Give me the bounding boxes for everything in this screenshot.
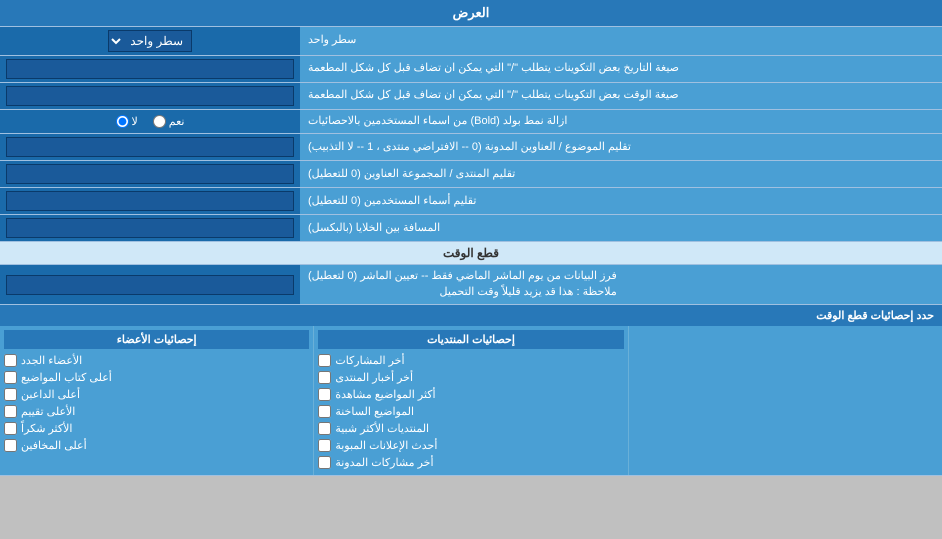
checkbox-most-viewed[interactable] [318,388,331,401]
stats-forums-item-1: أخر المشاركات [318,352,623,369]
date-format-input[interactable]: d-m [6,59,294,79]
row-topic-trim: تقليم الموضوع / العناوين المدونة (0 -- ا… [0,134,942,161]
row-bold-remove: ازالة نمط بولد (Bold) من اسماء المستخدمي… [0,110,942,134]
checkbox-new-members[interactable] [4,354,17,367]
page-title: العرض [0,0,942,27]
stats-members-item-5: الأكثر شكراً [4,420,309,437]
row-data-sort: فرز البيانات من يوم الماشر الماضي فقط --… [0,265,942,305]
username-trim-label: تقليم أسماء المستخدمين (0 للتعطيل) [300,188,942,214]
bold-remove-label: ازالة نمط بولد (Bold) من اسماء المستخدمي… [300,110,942,133]
cell-spacing-label: المسافة بين الخلايا (بالبكسل) [300,215,942,241]
checkbox-top-feared[interactable] [4,439,17,452]
row-time-format: صيغة الوقت بعض التكوينات يتطلب "/" التي … [0,83,942,110]
checkbox-popular-forums[interactable] [318,422,331,435]
row-date-format: صيغة التاريخ بعض التكوينات يتطلب "/" الت… [0,56,942,83]
radio-yes-label[interactable]: نعم [153,115,185,128]
stats-members-item-3: أعلى الداعبن [4,386,309,403]
row-cell-spacing: المسافة بين الخلايا (بالبكسل) 2 [0,215,942,242]
username-trim-input[interactable]: 0 [6,191,294,211]
stats-forums-item-4: المواضيع الساخنة [318,403,623,420]
checkbox-latest-ads[interactable] [318,439,331,452]
forum-trim-input[interactable]: 33 [6,164,294,184]
checkbox-last-blog[interactable] [318,456,331,469]
time-cut-header: قطع الوقت [0,242,942,265]
data-sort-input[interactable]: 0 [6,275,294,295]
cell-spacing-input-cell: 2 [0,215,300,241]
time-format-label: صيغة الوقت بعض التكوينات يتطلب "/" التي … [300,83,942,109]
stats-forums-item-6: أحدث الإعلانات المبوبة [318,437,623,454]
row-username-trim: تقليم أسماء المستخدمين (0 للتعطيل) 0 [0,188,942,215]
data-sort-input-cell: 0 [0,265,300,304]
stats-col-empty [628,326,942,475]
single-line-input-cell: سطر واحد سطرين ثلاثة أسطر [0,27,300,55]
forum-trim-input-cell: 33 [0,161,300,187]
checkbox-top-donors[interactable] [4,388,17,401]
stats-forums-header: إحصائيات المنتديات [318,330,623,349]
date-format-input-cell: d-m [0,56,300,82]
checkbox-most-thanked[interactable] [4,422,17,435]
username-trim-input-cell: 0 [0,188,300,214]
radio-no-label[interactable]: لا [116,115,138,128]
stats-members-item-2: أعلى كتاب المواضيع [4,369,309,386]
data-sort-label: فرز البيانات من يوم الماشر الماضي فقط --… [300,265,942,304]
stats-forums-item-7: أخر مشاركات المدونة [318,454,623,471]
stats-forums-item-2: أخر أخبار المنتدى [318,369,623,386]
stats-members-header: إحصائيات الأعضاء [4,330,309,349]
topic-trim-input-cell: 33 [0,134,300,160]
radio-no[interactable] [116,115,129,128]
checkbox-top-rated[interactable] [4,405,17,418]
row-forum-trim: تقليم المنتدى / المجموعة العناوين (0 للت… [0,161,942,188]
checkbox-last-posts[interactable] [318,354,331,367]
topic-trim-input[interactable]: 33 [6,137,294,157]
cell-spacing-input[interactable]: 2 [6,218,294,238]
time-format-input-cell: H:i [0,83,300,109]
checkbox-hot-topics[interactable] [318,405,331,418]
stats-forums-item-3: أكثر المواضيع مشاهدة [318,386,623,403]
radio-yes[interactable] [153,115,166,128]
stats-col-members: إحصائيات الأعضاء الأعضاء الجدد أعلى كتاب… [0,326,313,475]
forum-trim-label: تقليم المنتدى / المجموعة العناوين (0 للت… [300,161,942,187]
single-line-label: سطر واحد [300,27,942,55]
stats-forums-item-5: المنتديات الأكثر شبية [318,420,623,437]
row-single-line: سطر واحد سطر واحد سطرين ثلاثة أسطر [0,27,942,56]
topic-trim-label: تقليم الموضوع / العناوين المدونة (0 -- ا… [300,134,942,160]
stats-title: حدد إحصائيات قطع الوقت [0,305,942,326]
stats-section: حدد إحصائيات قطع الوقت إحصائيات المنتديا… [0,305,942,476]
stats-members-item-6: أعلى المخافين [4,437,309,454]
stats-members-item-4: الأعلى تقييم [4,403,309,420]
stats-members-item-1: الأعضاء الجدد [4,352,309,369]
stats-col-forums: إحصائيات المنتديات أخر المشاركات أخر أخب… [313,326,627,475]
bold-remove-radio-cell: نعم لا [0,110,300,133]
stats-grid: إحصائيات المنتديات أخر المشاركات أخر أخب… [0,326,942,475]
time-format-input[interactable]: H:i [6,86,294,106]
checkbox-last-news[interactable] [318,371,331,384]
checkbox-top-posters[interactable] [4,371,17,384]
date-format-label: صيغة التاريخ بعض التكوينات يتطلب "/" الت… [300,56,942,82]
single-line-select[interactable]: سطر واحد سطرين ثلاثة أسطر [108,30,192,52]
